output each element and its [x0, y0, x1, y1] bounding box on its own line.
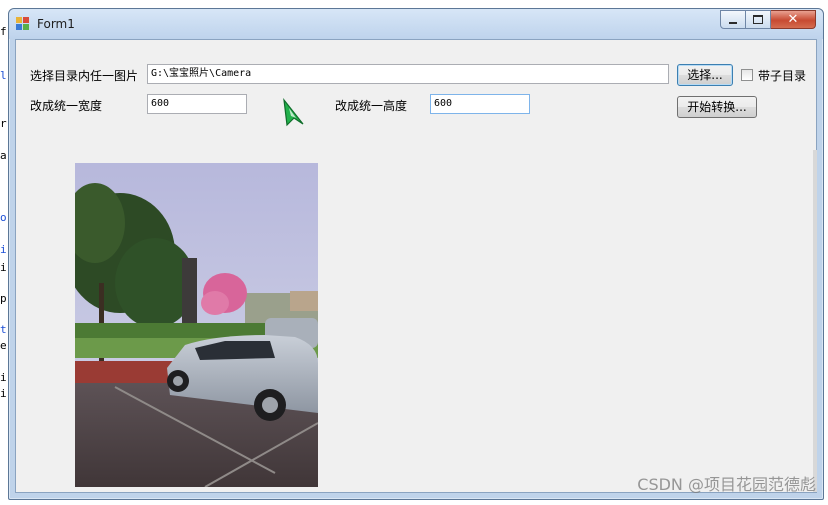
subfolder-checkbox[interactable]	[741, 69, 753, 81]
image-preview	[75, 163, 318, 487]
editor-fragment: i	[0, 387, 7, 400]
form-client-area: 选择目录内任一图片 G:\宝宝照片\Camera 选择... 带子目录 改成统一…	[15, 39, 817, 493]
start-convert-button[interactable]: 开始转换...	[677, 96, 757, 118]
folder-label: 选择目录内任一图片	[30, 69, 139, 83]
green-cursor-icon	[283, 98, 304, 127]
editor-fragment: r	[0, 117, 7, 130]
minimize-icon	[729, 21, 737, 24]
form1-window: Form1 ✕ 选择目录内任一图片 G:\宝宝照片\Camera 选择... 带…	[8, 8, 824, 500]
editor-fragment: t	[0, 323, 7, 336]
close-button[interactable]: ✕	[771, 10, 816, 29]
minimize-button[interactable]	[720, 10, 746, 29]
folder-path-input[interactable]: G:\宝宝照片\Camera	[147, 64, 669, 84]
editor-fragment: o	[0, 211, 7, 224]
maximize-button[interactable]	[746, 10, 771, 29]
title-bar[interactable]: Form1 ✕	[9, 9, 823, 39]
right-scrollbar[interactable]	[813, 150, 817, 492]
editor-fragment: p	[0, 292, 7, 305]
close-icon: ✕	[787, 12, 799, 27]
width-label: 改成统一宽度	[30, 99, 103, 113]
maximize-icon	[753, 15, 763, 24]
editor-fragment: l	[0, 69, 7, 82]
height-label: 改成统一高度	[335, 99, 408, 113]
browse-button[interactable]: 选择...	[677, 64, 733, 86]
editor-fragment: f	[0, 25, 7, 38]
editor-fragment: e	[0, 339, 7, 352]
height-input[interactable]: 600	[430, 94, 530, 114]
editor-fragment: i	[0, 261, 7, 274]
editor-fragment: i	[0, 371, 7, 384]
width-input[interactable]: 600	[147, 94, 247, 114]
editor-fragment: i	[0, 243, 7, 256]
subfolder-checkbox-label[interactable]: 带子目录	[758, 67, 806, 84]
editor-fragment: a	[0, 149, 7, 162]
caption-buttons: ✕	[720, 10, 816, 29]
app-icon[interactable]	[16, 17, 30, 31]
window-title: Form1	[37, 17, 75, 31]
csdn-watermark: CSDN @项目花园范德彪	[637, 475, 816, 494]
